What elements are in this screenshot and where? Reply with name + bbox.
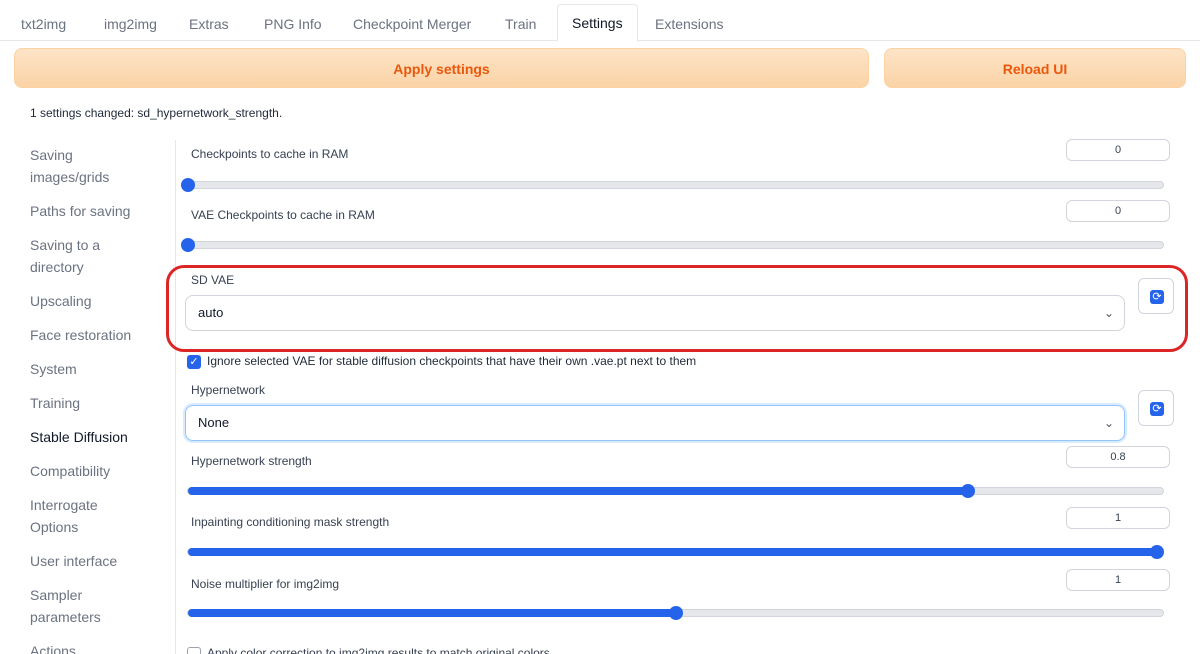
tab-settings[interactable]: Settings — [557, 4, 638, 42]
tab-extras[interactable]: Extras — [189, 8, 229, 41]
hn-strength-input[interactable]: 0.8 — [1066, 446, 1170, 468]
sd-vae-value: auto — [198, 305, 224, 320]
sidebar-item-sampler-parameters[interactable]: Sampler parameters — [30, 584, 130, 628]
vae-cache-label: VAE Checkpoints to cache in RAM — [191, 208, 375, 222]
ckpt-cache-input[interactable]: 0 — [1066, 139, 1170, 161]
tab-checkpoint-merger[interactable]: Checkpoint Merger — [353, 8, 471, 41]
sidebar-item-interrogate-options[interactable]: Interrogate Options — [30, 494, 130, 538]
sidebar-item-paths-for-saving[interactable]: Paths for saving — [30, 200, 130, 222]
sidebar-item-saving-to-directory[interactable]: Saving to a directory — [30, 234, 140, 278]
slider-thumb[interactable] — [1150, 545, 1164, 559]
slider-thumb[interactable] — [181, 238, 195, 252]
hypernetwork-label: Hypernetwork — [191, 383, 266, 397]
chevron-down-icon: ⌄ — [1103, 306, 1114, 320]
ckpt-cache-slider[interactable] — [181, 178, 1164, 192]
refresh-icon: ⟳ — [1150, 402, 1164, 416]
vae-cache-slider[interactable] — [181, 238, 1164, 252]
apply-settings-button[interactable]: Apply settings — [14, 48, 869, 88]
reload-ui-button[interactable]: Reload UI — [884, 48, 1186, 88]
refresh-icon: ⟳ — [1150, 290, 1164, 304]
inpaint-mask-input[interactable]: 1 — [1066, 507, 1170, 529]
tab-txt2img[interactable]: txt2img — [21, 8, 66, 41]
sd-vae-refresh-button[interactable]: ⟳ — [1138, 278, 1174, 314]
ignore-vae-label: Ignore selected VAE for stable diffusion… — [207, 354, 697, 368]
slider-thumb[interactable] — [961, 484, 975, 498]
inpaint-mask-slider[interactable] — [187, 545, 1164, 559]
ckpt-cache-label: Checkpoints to cache in RAM — [191, 147, 349, 161]
color-correction-checkbox[interactable] — [187, 647, 201, 654]
tab-img2img[interactable]: img2img — [104, 8, 157, 41]
sd-vae-label: SD VAE — [191, 273, 235, 287]
hn-strength-label: Hypernetwork strength — [191, 454, 312, 468]
sidebar-item-system[interactable]: System — [30, 358, 77, 380]
check-icon: ✓ — [189, 356, 199, 368]
tab-bar: txt2img img2img Extras PNG Info Checkpoi… — [0, 0, 1200, 42]
noise-mult-label: Noise multiplier for img2img — [191, 577, 340, 591]
hypernetwork-select[interactable]: None ⌄ — [185, 405, 1125, 441]
settings-changed-message: 1 settings changed: sd_hypernetwork_stre… — [30, 106, 283, 120]
sidebar-item-upscaling[interactable]: Upscaling — [30, 290, 91, 312]
sidebar-item-training[interactable]: Training — [30, 392, 80, 414]
sidebar-item-stable-diffusion[interactable]: Stable Diffusion — [30, 426, 128, 448]
vae-cache-input[interactable]: 0 — [1066, 200, 1170, 222]
sidebar-item-compatibility[interactable]: Compatibility — [30, 460, 110, 482]
hn-strength-slider[interactable] — [187, 484, 1164, 498]
slider-fill — [188, 487, 968, 495]
chevron-down-icon: ⌄ — [1103, 416, 1114, 430]
ignore-vae-checkbox[interactable]: ✓ — [187, 355, 201, 369]
tab-train[interactable]: Train — [505, 8, 536, 41]
inpaint-mask-label: Inpainting conditioning mask strength — [191, 515, 390, 529]
sidebar-item-saving-images-grids[interactable]: Saving images/grids — [30, 144, 140, 188]
tab-png-info[interactable]: PNG Info — [264, 8, 322, 41]
slider-fill — [188, 609, 676, 617]
sidebar-item-face-restoration[interactable]: Face restoration — [30, 324, 131, 346]
tab-extensions[interactable]: Extensions — [655, 8, 723, 41]
sd-vae-select[interactable]: auto ⌄ — [185, 295, 1125, 331]
sidebar-item-user-interface[interactable]: User interface — [30, 550, 117, 572]
slider-thumb[interactable] — [668, 606, 683, 620]
noise-mult-input[interactable]: 1 — [1066, 569, 1170, 591]
hypernetwork-refresh-button[interactable]: ⟳ — [1138, 390, 1174, 426]
noise-mult-slider[interactable] — [187, 606, 1164, 620]
hypernetwork-value: None — [198, 415, 230, 430]
slider-fill — [188, 548, 1157, 556]
sidebar-item-actions[interactable]: Actions — [30, 640, 76, 654]
color-correction-label: Apply color correction to img2img result… — [207, 646, 554, 654]
slider-thumb[interactable] — [181, 178, 195, 192]
